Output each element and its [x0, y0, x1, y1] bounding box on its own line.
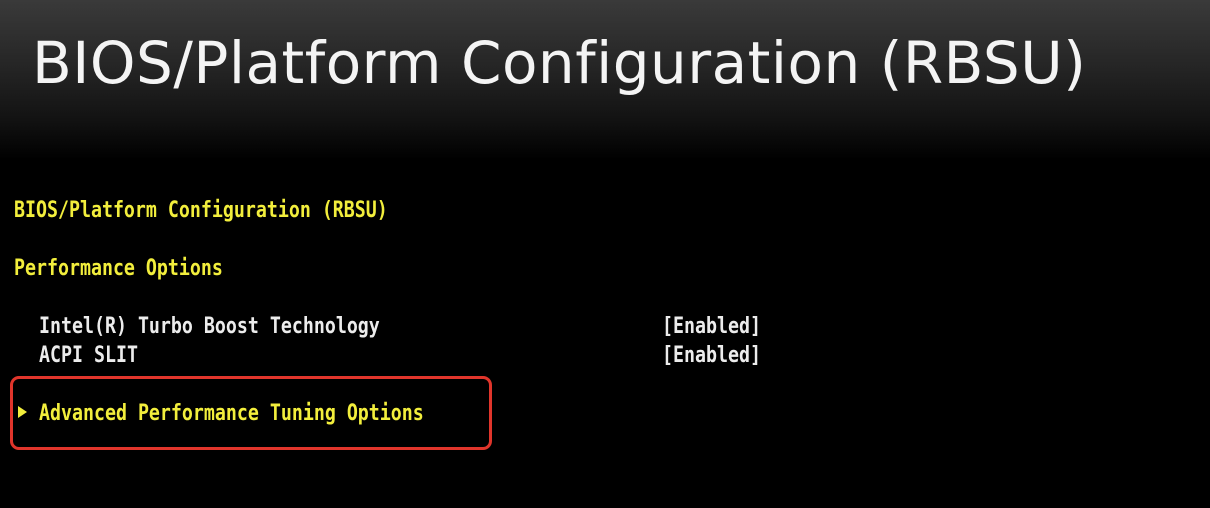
section-heading: Performance Options: [14, 256, 223, 281]
option-value-turbo-boost[interactable]: [Enabled]: [662, 316, 761, 338]
title-banner: BIOS/Platform Configuration (RBSU): [0, 0, 1210, 160]
submenu-label: Advanced Performance Tuning Options: [39, 401, 424, 426]
option-label-turbo-boost[interactable]: Intel(R) Turbo Boost Technology: [39, 316, 380, 338]
submenu-advanced-performance-tuning[interactable]: Advanced Performance Tuning Options: [10, 376, 492, 450]
option-label-acpi-slit[interactable]: ACPI SLIT: [39, 345, 138, 367]
submenu-arrow-icon: [18, 406, 27, 418]
option-value-acpi-slit[interactable]: [Enabled]: [662, 345, 761, 367]
bios-screen: BIOS/Platform Configuration (RBSU) BIOS/…: [0, 0, 1210, 508]
banner-title: BIOS/Platform Configuration (RBSU): [32, 29, 1087, 97]
bios-page-heading: BIOS/Platform Configuration (RBSU): [14, 198, 388, 223]
